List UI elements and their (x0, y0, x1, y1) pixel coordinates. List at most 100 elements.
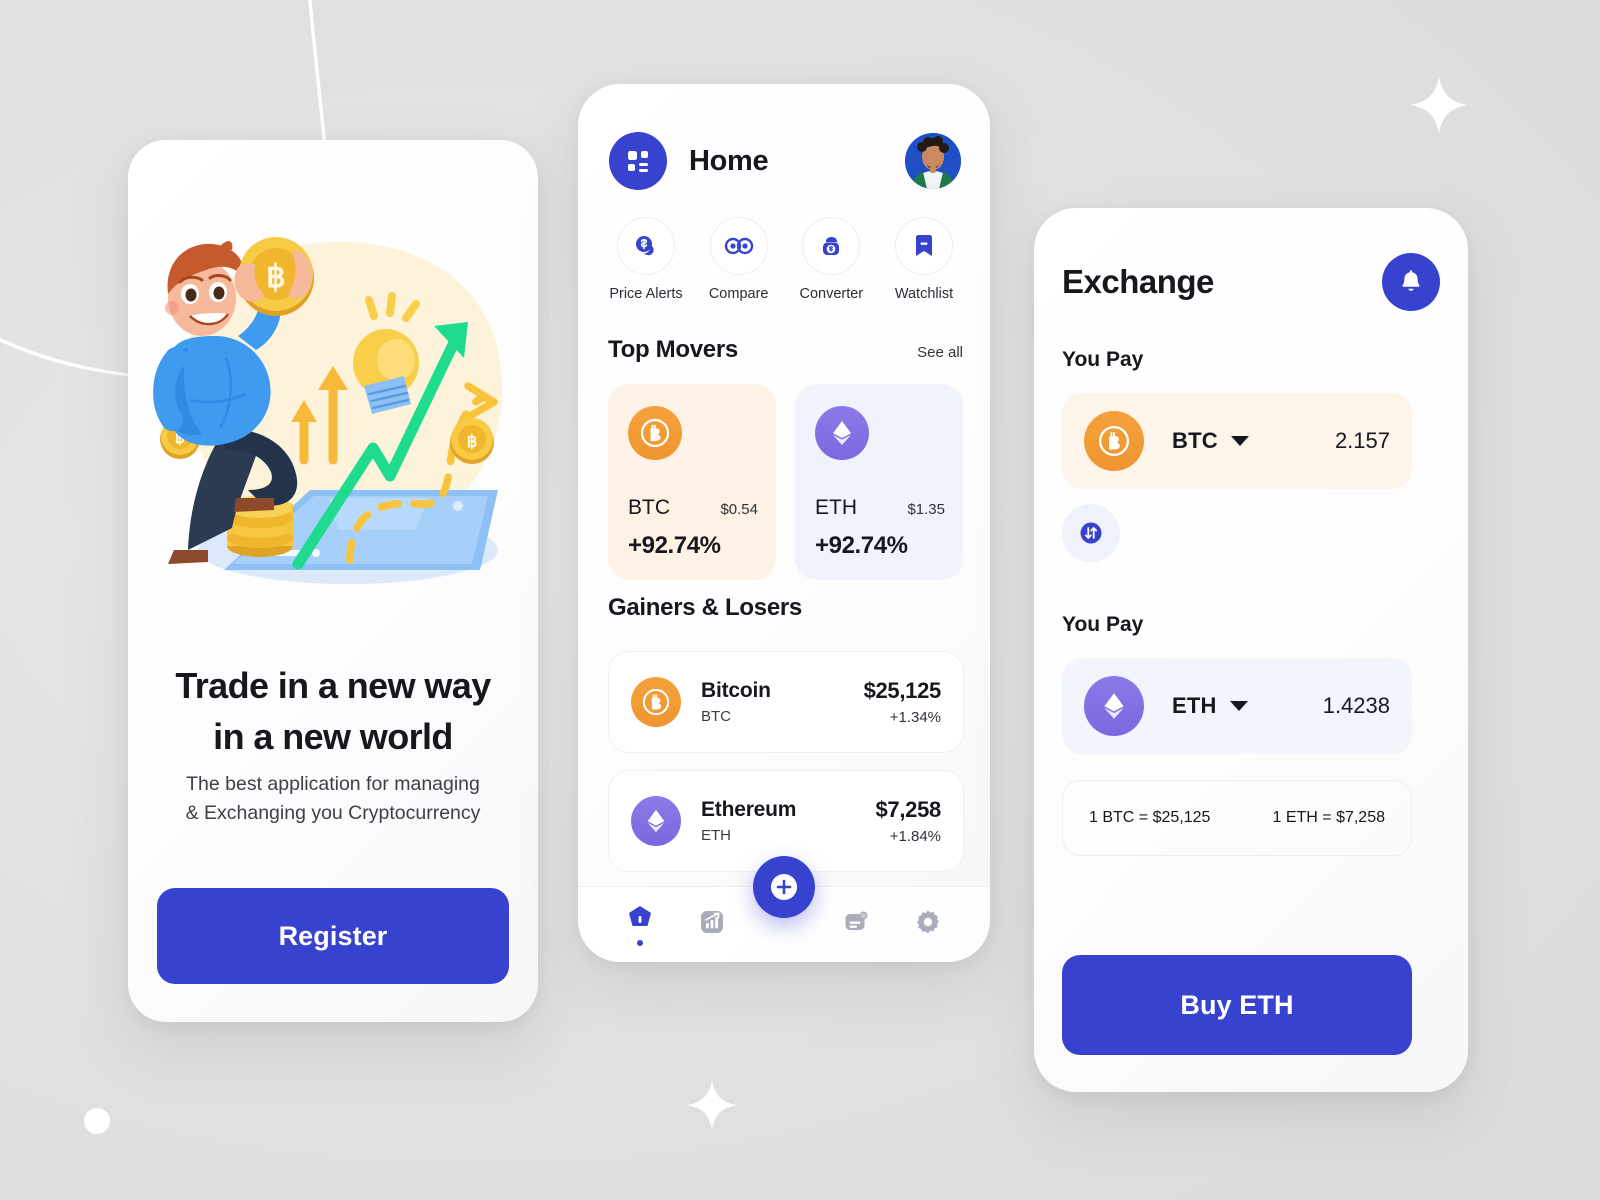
exchange-header: Exchange (1062, 253, 1440, 311)
coin-price: $1.35 (907, 501, 945, 518)
page-title: Trade in a new way in a new world (152, 660, 514, 762)
add-button[interactable] (753, 856, 815, 918)
quick-action-label: Watchlist (894, 286, 954, 302)
quick-action-label: Converter (799, 286, 864, 302)
from-amount-value[interactable]: 2.157 (1335, 428, 1390, 454)
coin-name: Bitcoin (701, 679, 771, 702)
home-screen: Home Price Alerts Compare Converter Watc… (578, 84, 990, 962)
coin-price: $0.54 (720, 501, 758, 518)
coin-symbol: BTC (701, 708, 731, 725)
coin-symbol: BTC (628, 496, 670, 519)
top-mover-card[interactable]: BTC $0.54 +92.74% (608, 384, 776, 580)
quick-actions-row: Price Alerts Compare Converter Watchlist (608, 217, 962, 302)
coin-badge (1084, 411, 1144, 471)
see-all-link[interactable]: See all (917, 344, 963, 361)
tab-news[interactable] (832, 909, 880, 940)
to-currency-symbol: ETH (1172, 693, 1217, 718)
page-title: Exchange (1062, 263, 1214, 300)
bitcoin-icon (640, 418, 670, 448)
swap-currencies-button[interactable] (1062, 504, 1120, 562)
rate-eth: 1 ETH = $7,258 (1272, 809, 1385, 826)
quick-action-icon-wrap (894, 217, 953, 275)
avatar[interactable] (905, 133, 961, 189)
chart-icon (701, 911, 723, 933)
top-movers-list: BTC $0.54 +92.74% ETH $1.35 +92.74% (608, 384, 963, 580)
coin-symbol: ETH (701, 827, 731, 844)
you-pay-label: You Pay (1062, 348, 1144, 371)
register-button[interactable]: Register (157, 888, 509, 984)
headline-line-1: Trade in a new way (175, 665, 491, 706)
coin-change: +1.34% (889, 709, 941, 726)
coin-badge (815, 406, 869, 460)
to-amount-value[interactable]: 1.4238 (1323, 693, 1390, 719)
coin-badge (1084, 676, 1144, 736)
page-title: Home (689, 144, 769, 177)
bitcoin-icon (642, 688, 670, 716)
quick-action-label: Compare (708, 286, 769, 302)
app-screenshot-stage: ฿ ฿ ฿ Trade in a new way in a new world … (0, 0, 1600, 1200)
rate-btc: 1 BTC = $25,125 (1089, 809, 1211, 826)
bookmark-icon (915, 235, 932, 256)
quick-action-label: Price Alerts (609, 286, 683, 302)
top-mover-meta: ETH $1.35 (815, 496, 945, 520)
pay-to-field[interactable]: ETH 1.4238 (1062, 658, 1412, 754)
home-header: Home (609, 132, 961, 190)
tab-chart[interactable] (688, 909, 736, 940)
coin-values: $7,258 +1.84% (876, 797, 942, 845)
quick-action-icon-wrap (709, 217, 768, 275)
quick-action-price-alerts[interactable]: Price Alerts (608, 217, 684, 302)
buy-eth-button[interactable]: Buy ETH (1062, 955, 1412, 1055)
ethereum-icon (1104, 693, 1124, 719)
infinity-compare-icon (724, 237, 753, 255)
coin-badge (628, 406, 682, 460)
coins-dollar-icon (636, 236, 654, 256)
top-movers-header: Top Movers See all (608, 336, 963, 364)
coin-name: Ethereum (701, 798, 797, 821)
tab-settings[interactable] (904, 909, 952, 940)
from-currency-symbol: BTC (1172, 428, 1218, 453)
svg-text:฿: ฿ (266, 259, 286, 294)
quick-action-watchlist[interactable]: Watchlist (886, 217, 962, 302)
coin-change: +1.84% (889, 828, 941, 845)
user-avatar (905, 133, 961, 189)
coin-change: +92.74% (815, 532, 908, 559)
ethereum-icon (833, 421, 851, 445)
coin-price: $7,258 (875, 797, 942, 822)
active-tab-indicator (637, 939, 643, 946)
grid-menu-button[interactable] (609, 132, 667, 190)
exchange-screen: Exchange You Pay BTC 2.157 You Pay ETH 1… (1034, 208, 1468, 1092)
coin-names: Ethereum ETH (701, 798, 796, 844)
coin-price: $25,125 (863, 678, 942, 703)
decorative-dot (84, 1108, 110, 1134)
coin-names: Bitcoin BTC (701, 679, 771, 725)
section-title: Top Movers (608, 336, 738, 363)
coin-values: $25,125 +1.34% (863, 678, 942, 726)
wallet-dollar-icon (823, 236, 840, 255)
page-subtitle: The best application for managing & Exch… (148, 770, 518, 828)
coin-badge (631, 677, 681, 727)
top-mover-card[interactable]: ETH $1.35 +92.74% (795, 384, 963, 580)
bitcoin-icon (1098, 425, 1130, 457)
hero-illustration: ฿ ฿ ฿ (128, 198, 538, 598)
coin-symbol: ETH (815, 496, 857, 519)
tab-home[interactable] (616, 904, 664, 946)
list-item[interactable]: Bitcoin BTC $25,125 +1.34% (608, 651, 964, 753)
chevron-down-icon[interactable] (1230, 436, 1249, 446)
onboarding-screen: ฿ ฿ ฿ Trade in a new way in a new world … (128, 140, 538, 1022)
exchange-rate-box: 1 BTC = $25,125 1 ETH = $7,258 (1062, 780, 1412, 856)
subtext-line-1: The best application for managing (186, 773, 480, 795)
quick-action-converter[interactable]: Converter (793, 217, 869, 302)
pay-from-field[interactable]: BTC 2.157 (1062, 393, 1412, 489)
gainers-losers-header: Gainers & Losers (608, 594, 963, 622)
home-icon (629, 905, 651, 926)
quick-action-icon-wrap (617, 217, 675, 275)
notifications-button[interactable] (1382, 253, 1440, 311)
settings-gear-icon (916, 910, 940, 934)
subtext-line-2: & Exchanging you Cryptocurrency (185, 801, 481, 824)
coin-badge (631, 796, 681, 846)
chevron-down-icon[interactable] (1229, 701, 1248, 711)
quick-action-compare[interactable]: Compare (701, 217, 777, 302)
grid-icon (628, 151, 648, 172)
gainers-losers-list: Bitcoin BTC $25,125 +1.34% Ethereum ETH … (608, 651, 964, 889)
headline-line-2: in a new world (213, 716, 453, 758)
